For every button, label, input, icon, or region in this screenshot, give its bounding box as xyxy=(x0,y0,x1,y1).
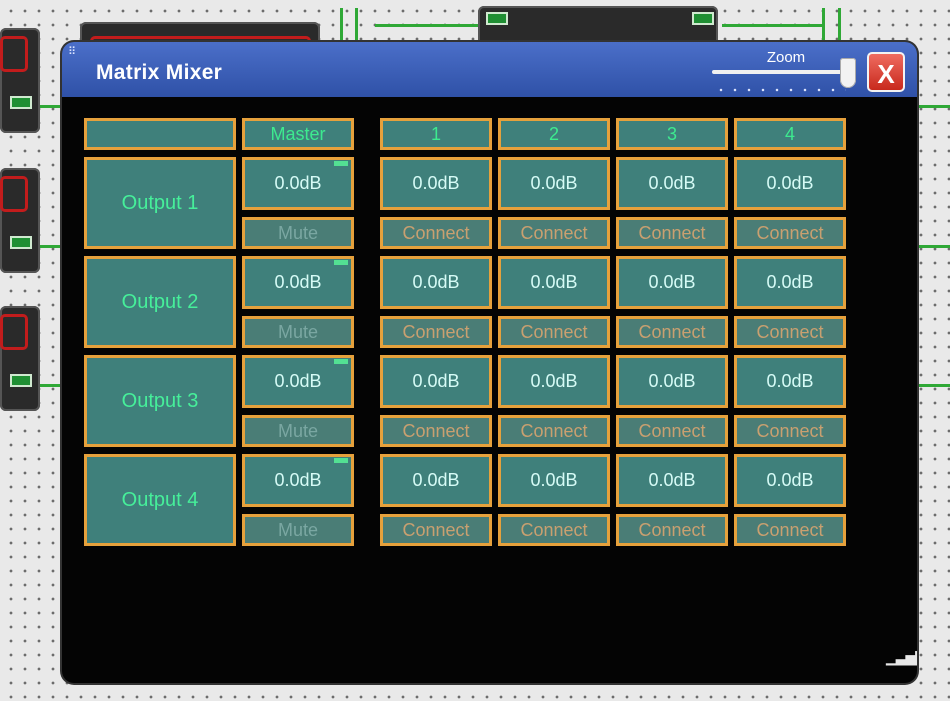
module-indicator xyxy=(0,36,28,72)
level-3-3[interactable]: 0.0dB xyxy=(616,355,728,408)
module-block[interactable] xyxy=(0,168,40,273)
module-block[interactable] xyxy=(0,28,40,133)
matrix-mixer-window: ⠿ Matrix Mixer Zoom X Master 1 2 3 4 Out… xyxy=(62,42,917,683)
wire xyxy=(822,8,825,44)
zoom-slider-thumb[interactable] xyxy=(840,58,856,88)
level-1-2[interactable]: 0.0dB xyxy=(498,157,610,210)
level-value: 0.0dB xyxy=(274,371,322,391)
connect-button-4-1[interactable]: Connect xyxy=(380,514,492,546)
level-indicator xyxy=(334,359,348,364)
connect-button-1-1[interactable]: Connect xyxy=(380,217,492,249)
resize-grip-icon[interactable]: ▁▃▅▇ xyxy=(886,650,917,664)
master-level-2[interactable]: 0.0dB xyxy=(242,256,354,309)
grip-dots-icon[interactable]: ⠿ xyxy=(68,47,77,58)
connect-button-1-4[interactable]: Connect xyxy=(734,217,846,249)
zoom-slider-track[interactable] xyxy=(712,70,847,74)
output-port[interactable] xyxy=(10,236,32,249)
level-3-2[interactable]: 0.0dB xyxy=(498,355,610,408)
level-4-2[interactable]: 0.0dB xyxy=(498,454,610,507)
wire xyxy=(916,384,950,387)
master-level-3[interactable]: 0.0dB xyxy=(242,355,354,408)
title-bar[interactable]: ⠿ Matrix Mixer Zoom X xyxy=(62,42,917,97)
connect-button-2-2[interactable]: Connect xyxy=(498,316,610,348)
connect-button-2-1[interactable]: Connect xyxy=(380,316,492,348)
input-header-2: 2 xyxy=(498,118,610,150)
connect-button-3-1[interactable]: Connect xyxy=(380,415,492,447)
level-1-3[interactable]: 0.0dB xyxy=(616,157,728,210)
zoom-slider-ticks xyxy=(714,88,846,92)
module-block[interactable] xyxy=(478,6,718,46)
input-header-1: 1 xyxy=(380,118,492,150)
input-header-4: 4 xyxy=(734,118,846,150)
level-3-4[interactable]: 0.0dB xyxy=(734,355,846,408)
level-2-3[interactable]: 0.0dB xyxy=(616,256,728,309)
level-1-1[interactable]: 0.0dB xyxy=(380,157,492,210)
level-4-3[interactable]: 0.0dB xyxy=(616,454,728,507)
connect-button-4-4[interactable]: Connect xyxy=(734,514,846,546)
zoom-label: Zoom xyxy=(766,49,806,66)
level-2-2[interactable]: 0.0dB xyxy=(498,256,610,309)
output-label-3: Output 3 xyxy=(84,355,236,447)
wire xyxy=(722,24,822,27)
connect-button-1-2[interactable]: Connect xyxy=(498,217,610,249)
connect-button-4-3[interactable]: Connect xyxy=(616,514,728,546)
master-header: Master xyxy=(242,118,354,150)
connect-button-4-2[interactable]: Connect xyxy=(498,514,610,546)
output-port[interactable] xyxy=(10,374,32,387)
output-label-2: Output 2 xyxy=(84,256,236,348)
connect-button-2-4[interactable]: Connect xyxy=(734,316,846,348)
connect-button-3-4[interactable]: Connect xyxy=(734,415,846,447)
wire xyxy=(340,8,343,44)
module-indicator xyxy=(0,176,28,212)
level-indicator xyxy=(334,458,348,463)
master-level-4[interactable]: 0.0dB xyxy=(242,454,354,507)
level-2-4[interactable]: 0.0dB xyxy=(734,256,846,309)
module-block[interactable] xyxy=(0,306,40,411)
wire xyxy=(916,105,950,108)
close-button[interactable]: X xyxy=(867,52,905,92)
output-port[interactable] xyxy=(10,96,32,109)
connect-button-3-3[interactable]: Connect xyxy=(616,415,728,447)
mute-button-2[interactable]: Mute xyxy=(242,316,354,348)
connect-button-3-2[interactable]: Connect xyxy=(498,415,610,447)
level-3-1[interactable]: 0.0dB xyxy=(380,355,492,408)
connect-button-1-3[interactable]: Connect xyxy=(616,217,728,249)
level-value: 0.0dB xyxy=(274,272,322,292)
level-value: 0.0dB xyxy=(274,173,322,193)
level-4-1[interactable]: 0.0dB xyxy=(380,454,492,507)
mute-button-3[interactable]: Mute xyxy=(242,415,354,447)
input-port[interactable] xyxy=(486,12,508,25)
corner-header xyxy=(84,118,236,150)
input-port[interactable] xyxy=(692,12,714,25)
level-1-4[interactable]: 0.0dB xyxy=(734,157,846,210)
output-label-1: Output 1 xyxy=(84,157,236,249)
master-level-1[interactable]: 0.0dB xyxy=(242,157,354,210)
level-indicator xyxy=(334,161,348,166)
wire xyxy=(375,24,485,27)
wire xyxy=(838,8,841,44)
input-header-3: 3 xyxy=(616,118,728,150)
mute-button-4[interactable]: Mute xyxy=(242,514,354,546)
module-indicator xyxy=(0,314,28,350)
connect-button-2-3[interactable]: Connect xyxy=(616,316,728,348)
level-4-4[interactable]: 0.0dB xyxy=(734,454,846,507)
wire xyxy=(916,245,950,248)
level-value: 0.0dB xyxy=(274,470,322,490)
mute-button-1[interactable]: Mute xyxy=(242,217,354,249)
level-indicator xyxy=(334,260,348,265)
wire xyxy=(355,8,358,44)
output-label-4: Output 4 xyxy=(84,454,236,546)
window-title: Matrix Mixer xyxy=(96,61,223,84)
level-2-1[interactable]: 0.0dB xyxy=(380,256,492,309)
